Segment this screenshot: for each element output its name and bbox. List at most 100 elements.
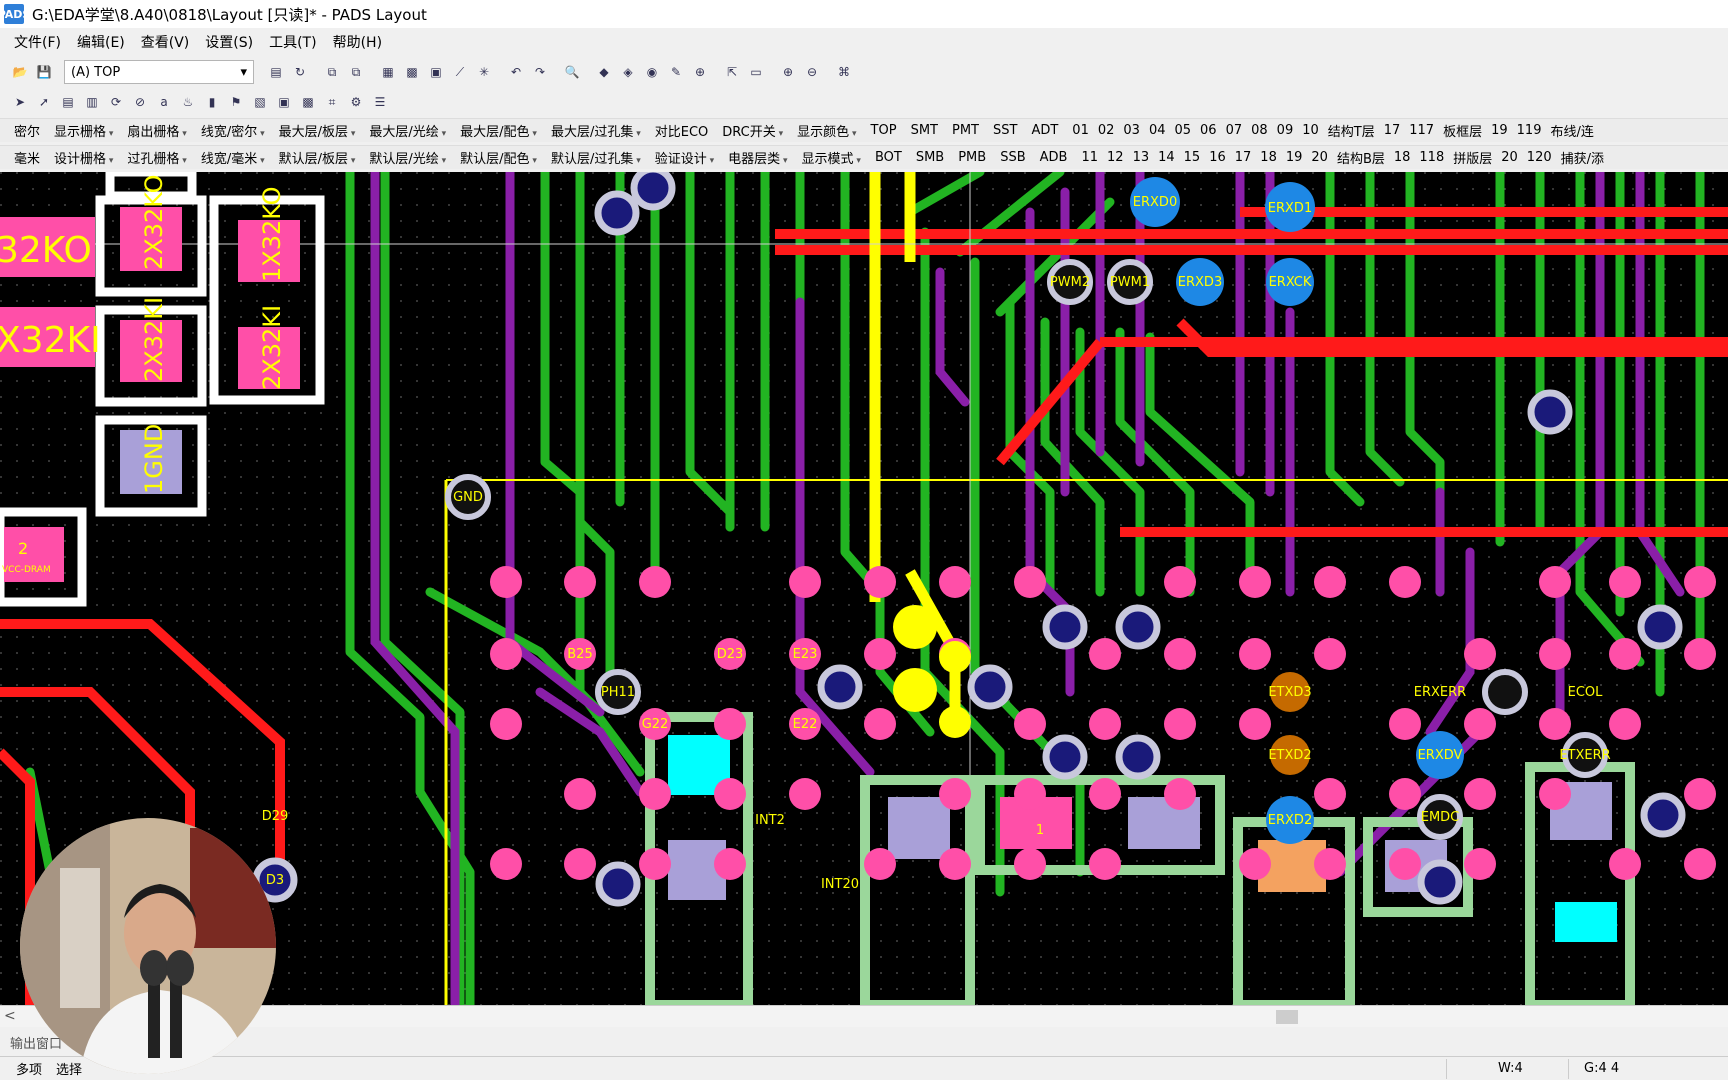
add-copper-icon[interactable]: ▥ (82, 92, 102, 112)
route-connect[interactable]: 布线/连 (1550, 121, 1593, 140)
dropdown-via-grid[interactable]: 过孔栅格 (127, 148, 186, 167)
layer-num-08[interactable]: 08 (1251, 123, 1268, 138)
layer-bot[interactable]: BOT (875, 150, 902, 165)
unit-mil[interactable]: 密尔 (14, 121, 40, 140)
layer-num-18b[interactable]: 18 (1394, 150, 1411, 165)
menu-help[interactable]: 帮助(H) (333, 32, 382, 52)
scroll-left-icon[interactable]: < (4, 1008, 16, 1024)
layer-top[interactable]: TOP (871, 123, 897, 138)
layer-num-06[interactable]: 06 (1200, 123, 1217, 138)
pcb-canvas[interactable]: 32KO X32KI 2X32KO 1X32KO 2X32KI 2X32KI 1… (0, 172, 1728, 1005)
layer-num-11[interactable]: 11 (1081, 150, 1098, 165)
dropdown-width-mil[interactable]: 线宽/密尔 (201, 121, 265, 140)
layer-num-13[interactable]: 13 (1133, 150, 1150, 165)
drc-icon[interactable]: ◉ (642, 62, 662, 82)
layer-num-02[interactable]: 02 (1098, 123, 1115, 138)
open-icon[interactable]: 📂 (10, 62, 30, 82)
dropdown-max-layer-board[interactable]: 最大层/板层 (279, 121, 356, 140)
dropdown-default-layer-photo[interactable]: 默认层/光绘 (369, 148, 446, 167)
dropdown-default-layer-board[interactable]: 默认层/板层 (279, 148, 356, 167)
dropdown-default-layer-via[interactable]: 默认层/过孔集 (551, 148, 641, 167)
flag-icon[interactable]: ⚑ (226, 92, 246, 112)
struct-t-layer[interactable]: 结构T层 (1328, 121, 1375, 140)
dropdown-default-layer-color[interactable]: 默认层/配色 (460, 148, 537, 167)
layer-smb[interactable]: SMB (916, 150, 944, 165)
dropdown-max-layer-photo[interactable]: 最大层/光绘 (369, 121, 446, 140)
layer-num-17[interactable]: 17 (1384, 123, 1401, 138)
verify-icon[interactable]: ◆ (594, 62, 614, 82)
layer-num-19[interactable]: 19 (1491, 123, 1508, 138)
layer-select[interactable]: (A) TOP ▾ (64, 60, 254, 84)
output-window-tab[interactable]: 输出窗口 (0, 1030, 1728, 1054)
unit-mm[interactable]: 毫米 (14, 148, 40, 167)
rotate-icon[interactable]: ⟳ (106, 92, 126, 112)
dropdown-display-color[interactable]: 显示颜色 (797, 121, 856, 140)
dropdown-electrical-layer[interactable]: 电器层类 (728, 148, 787, 167)
layer-num-120[interactable]: 120 (1527, 150, 1552, 165)
layer-num-12[interactable]: 12 (1107, 150, 1124, 165)
layer-sst[interactable]: SST (993, 123, 1017, 138)
delete-icon[interactable]: ⊘ (130, 92, 150, 112)
layer-num-01[interactable]: 01 (1072, 123, 1089, 138)
dropdown-display-grid[interactable]: 显示栅格 (54, 121, 113, 140)
dropdown-design-grid[interactable]: 设计栅格 (54, 148, 113, 167)
dropdown-verify-design[interactable]: 验证设计 (655, 148, 714, 167)
dropdown-max-layer-color[interactable]: 最大层/配色 (460, 121, 537, 140)
layer-ssb[interactable]: SSB (1000, 150, 1025, 165)
layer-num-04[interactable]: 04 (1149, 123, 1166, 138)
red-component-icon[interactable]: ▩ (298, 92, 318, 112)
tune-icon[interactable]: ✎ (666, 62, 686, 82)
pcb-drawing[interactable]: 32KO X32KI 2X32KO 1X32KO 2X32KI 2X32KI 1… (0, 172, 1728, 1005)
net-icon[interactable]: ◈ (618, 62, 638, 82)
layer-adb[interactable]: ADB (1040, 150, 1068, 165)
dropdown-width-mm[interactable]: 线宽/毫米 (201, 148, 265, 167)
menu-edit[interactable]: 编辑(E) (77, 32, 125, 52)
layer-num-14[interactable]: 14 (1158, 150, 1175, 165)
window-icon[interactable]: ▭ (746, 62, 766, 82)
layer-num-19b[interactable]: 19 (1286, 150, 1303, 165)
struct-b-layer[interactable]: 结构B层 (1337, 148, 1385, 167)
layer-num-17b[interactable]: 17 (1235, 150, 1252, 165)
router-icon[interactable]: ⊕ (690, 62, 710, 82)
layer-pmt[interactable]: PMT (952, 123, 979, 138)
layout-icon[interactable]: ▦ (378, 62, 398, 82)
layer-num-118[interactable]: 118 (1419, 150, 1444, 165)
zoom-out-icon[interactable]: ⊖ (802, 62, 822, 82)
menu-tools[interactable]: 工具(T) (269, 32, 316, 52)
zoom-in-icon[interactable]: ⊕ (778, 62, 798, 82)
menu-view[interactable]: 查看(V) (141, 32, 190, 52)
layer-smt[interactable]: SMT (911, 123, 938, 138)
dropdown-max-layer-via[interactable]: 最大层/过孔集 (551, 121, 641, 140)
copy-icon[interactable]: ⧉ (322, 62, 342, 82)
layer-num-119[interactable]: 119 (1517, 123, 1542, 138)
add-trace-icon[interactable]: ▤ (58, 92, 78, 112)
scroll-thumb[interactable] (1276, 1010, 1298, 1024)
paste-icon[interactable]: ⧉ (346, 62, 366, 82)
redo-icon[interactable]: ↷ (530, 62, 550, 82)
layer-num-03[interactable]: 03 (1123, 123, 1140, 138)
text-icon[interactable]: a (154, 92, 174, 112)
layer-adt[interactable]: ADT (1031, 123, 1058, 138)
select-arrow-icon[interactable]: ➤ (10, 92, 30, 112)
menu-setup[interactable]: 设置(S) (205, 32, 253, 52)
settings-icon[interactable]: ⚙ (346, 92, 366, 112)
layer-num-07[interactable]: 07 (1226, 123, 1243, 138)
board-icon[interactable]: ▣ (426, 62, 446, 82)
list-icon[interactable]: ☰ (370, 92, 390, 112)
layer-num-18[interactable]: 18 (1260, 150, 1277, 165)
layer-num-117[interactable]: 117 (1409, 123, 1434, 138)
dropdown-drc-switch[interactable]: DRC开关 (722, 121, 783, 140)
panel-layer[interactable]: 拼版层 (1453, 148, 1492, 167)
layer-num-16[interactable]: 16 (1209, 150, 1226, 165)
export-icon[interactable]: ⇱ (722, 62, 742, 82)
component-icon[interactable]: ▣ (274, 92, 294, 112)
dropdown-fanout-grid[interactable]: 扇出栅格 (127, 121, 186, 140)
board-frame-layer[interactable]: 板框层 (1443, 121, 1482, 140)
zoom-icon[interactable]: 🔍 (562, 62, 582, 82)
layer-num-05[interactable]: 05 (1174, 123, 1191, 138)
select-plus-icon[interactable]: ➚ (34, 92, 54, 112)
grid-icon[interactable]: ▩ (402, 62, 422, 82)
undo-icon[interactable]: ↶ (506, 62, 526, 82)
dropdown-display-mode[interactable]: 显示模式 (802, 148, 861, 167)
layer-pmb[interactable]: PMB (958, 150, 986, 165)
